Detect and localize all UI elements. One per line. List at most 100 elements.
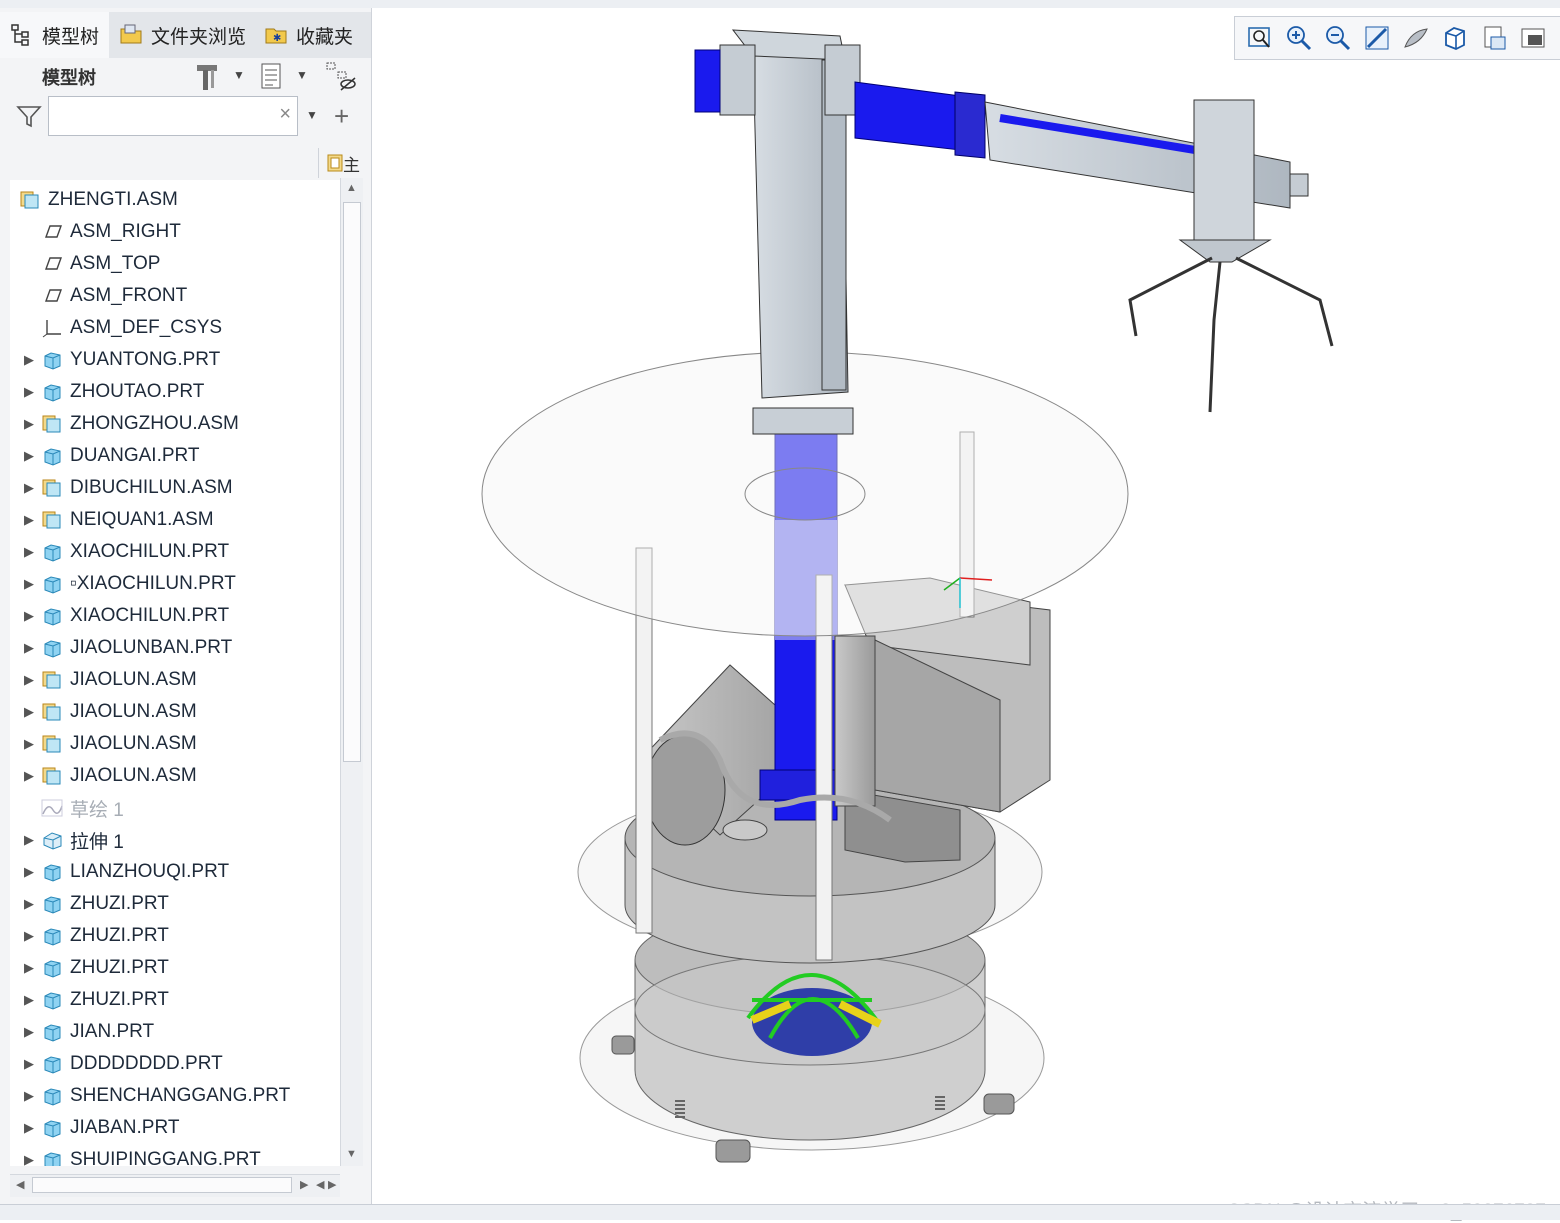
tab-favorites[interactable]: ✱ 收藏夹: [254, 12, 363, 58]
tree-item[interactable]: ▶ JIAOLUN.ASM: [10, 664, 197, 696]
expand-arrow-icon[interactable]: ▶: [18, 544, 40, 560]
expand-arrow-icon[interactable]: ▶: [18, 832, 40, 848]
expand-arrow-icon[interactable]: ▶: [18, 736, 40, 752]
add-icon[interactable]: +: [334, 101, 349, 132]
expand-arrow-icon[interactable]: ▶: [18, 768, 40, 784]
tree-item[interactable]: ASM_TOP: [10, 248, 160, 280]
tree-filter-visibility-icon[interactable]: [324, 60, 358, 94]
panel-tabs: 模型树 文件夹浏览 ✱ 收藏夹: [0, 12, 371, 58]
tree-item[interactable]: ASM_RIGHT: [10, 216, 181, 248]
saved-views-button[interactable]: [1440, 23, 1470, 53]
tree-horizontal-scrollbar[interactable]: ◀ ▶ ◀ ▶: [10, 1174, 340, 1197]
expand-arrow-icon[interactable]: ▶: [18, 1152, 40, 1166]
scrollbar-thumb[interactable]: [32, 1177, 292, 1193]
expand-arrow-icon[interactable]: ▶: [18, 960, 40, 976]
tree-item[interactable]: ▶ SHENCHANGGANG.PRT: [10, 1080, 290, 1112]
chevron-down-icon[interactable]: ▼: [296, 68, 308, 82]
settings-tools-icon[interactable]: [194, 62, 222, 92]
tree-item-label: ZHONGZHOU.ASM: [70, 413, 239, 434]
expand-arrow-icon[interactable]: ▶: [18, 416, 40, 432]
expand-arrow-icon[interactable]: ▶: [18, 1088, 40, 1104]
scroll-left-icon[interactable]: ◀: [316, 1178, 324, 1191]
tree-item[interactable]: ▶ JIAOLUNBAN.PRT: [10, 632, 232, 664]
scroll-right-icon[interactable]: ▶: [300, 1178, 308, 1191]
scroll-down-icon[interactable]: ▼: [346, 1148, 357, 1160]
show-list-icon[interactable]: [259, 62, 285, 92]
tree-item[interactable]: ▶ 拉伸 1: [10, 824, 124, 856]
tree-item[interactable]: ▶ JIAN.PRT: [10, 1016, 154, 1048]
tree-item[interactable]: ▶ ▫XIAOCHILUN.PRT: [10, 568, 236, 600]
expand-arrow-icon[interactable]: ▶: [18, 896, 40, 912]
view-manager-button[interactable]: [1479, 23, 1509, 53]
tree-vertical-scrollbar[interactable]: ▲ ▼: [340, 178, 363, 1166]
scrollbar-thumb[interactable]: [343, 202, 361, 762]
plane-icon: [40, 253, 64, 275]
expand-arrow-icon[interactable]: ▶: [18, 608, 40, 624]
expand-arrow-icon[interactable]: ▶: [18, 512, 40, 528]
favorites-icon: ✱: [265, 28, 287, 44]
filter-icon[interactable]: [16, 104, 42, 130]
tree-item[interactable]: ZHENGTI.ASM: [10, 184, 178, 216]
tree-item[interactable]: 草绘 1: [10, 792, 124, 824]
tree-item[interactable]: ▶ YUANTONG.PRT: [10, 344, 220, 376]
tree-item-label: ASM_TOP: [70, 253, 161, 274]
part-icon: [40, 445, 64, 467]
zoom-out-button[interactable]: [1323, 23, 1353, 53]
display-style-button[interactable]: [1401, 23, 1431, 53]
expand-arrow-icon[interactable]: ▶: [18, 864, 40, 880]
expand-arrow-icon[interactable]: ▶: [18, 672, 40, 688]
zoom-in-button[interactable]: [1284, 23, 1314, 53]
tab-model-tree[interactable]: 模型树: [0, 12, 110, 58]
expand-arrow-icon[interactable]: ▶: [18, 448, 40, 464]
tree-item[interactable]: ▶ NEIQUAN1.ASM: [10, 504, 214, 536]
tree-item[interactable]: ▶ ZHONGZHOU.ASM: [10, 408, 239, 440]
refit-button[interactable]: [1245, 23, 1275, 53]
tree-item[interactable]: ASM_DEF_CSYS: [10, 312, 222, 344]
tree-item[interactable]: ▶ JIABAN.PRT: [10, 1112, 179, 1144]
tree-item[interactable]: ▶ DUANGAI.PRT: [10, 440, 200, 472]
repaint-button[interactable]: [1362, 23, 1392, 53]
tree-item[interactable]: ▶ ZHUZI.PRT: [10, 984, 169, 1016]
plane-icon: [40, 221, 64, 243]
tree-item[interactable]: ▶ DIBUCHILUN.ASM: [10, 472, 233, 504]
tree-item[interactable]: ▶ ZHOUTAO.PRT: [10, 376, 204, 408]
tree-item[interactable]: ASM_FRONT: [10, 280, 187, 312]
tree-item[interactable]: ▶ LIANZHOUQI.PRT: [10, 856, 229, 888]
part-icon: [40, 861, 64, 883]
expand-arrow-icon[interactable]: ▶: [18, 480, 40, 496]
expand-arrow-icon[interactable]: ▶: [18, 352, 40, 368]
graphics-window[interactable]: CSDN @设计交流学习 m0_52376787: [372, 8, 1560, 1222]
expand-arrow-icon[interactable]: ▶: [18, 384, 40, 400]
asm-icon: [40, 509, 64, 531]
expand-arrow-icon[interactable]: ▶: [18, 1120, 40, 1136]
expand-arrow-icon[interactable]: ▶: [18, 1056, 40, 1072]
expand-arrow-icon[interactable]: ▶: [18, 928, 40, 944]
tree-item[interactable]: ▶ DDDDDDDD.PRT: [10, 1048, 223, 1080]
perspective-button[interactable]: [1518, 23, 1548, 53]
scroll-right-icon[interactable]: ▶: [328, 1178, 336, 1191]
tree-item[interactable]: ▶ ZHUZI.PRT: [10, 952, 169, 984]
scroll-left-icon[interactable]: ◀: [16, 1178, 24, 1191]
tree-item[interactable]: ▶ ZHUZI.PRT: [10, 920, 169, 952]
tree-item[interactable]: ▶ XIAOCHILUN.PRT: [10, 536, 229, 568]
tree-item[interactable]: ▶ ZHUZI.PRT: [10, 888, 169, 920]
expand-arrow-icon[interactable]: ▶: [18, 704, 40, 720]
tab-folder-browser[interactable]: 文件夹浏览: [109, 12, 254, 58]
expand-arrow-icon[interactable]: ▶: [18, 576, 40, 592]
csys-icon: [40, 317, 64, 339]
expand-arrow-icon[interactable]: ▶: [18, 640, 40, 656]
chevron-down-icon[interactable]: ▼: [306, 108, 318, 122]
column-header-settings[interactable]: 主: [318, 148, 362, 178]
clear-icon[interactable]: ×: [279, 103, 291, 126]
search-input[interactable]: ×: [48, 96, 298, 136]
expand-arrow-icon[interactable]: ▶: [18, 1024, 40, 1040]
expand-arrow-icon[interactable]: ▶: [18, 992, 40, 1008]
chevron-down-icon[interactable]: ▼: [233, 68, 245, 82]
tree-item[interactable]: ▶ JIAOLUN.ASM: [10, 696, 197, 728]
tree-item[interactable]: ▶ JIAOLUN.ASM: [10, 760, 197, 792]
tree-item-label: 草绘 1: [70, 799, 124, 821]
scroll-up-icon[interactable]: ▲: [346, 182, 357, 194]
tree-item[interactable]: ▶ SHUIPINGGANG.PRT: [10, 1144, 261, 1166]
tree-item[interactable]: ▶ JIAOLUN.ASM: [10, 728, 197, 760]
tree-item[interactable]: ▶ XIAOCHILUN.PRT: [10, 600, 229, 632]
